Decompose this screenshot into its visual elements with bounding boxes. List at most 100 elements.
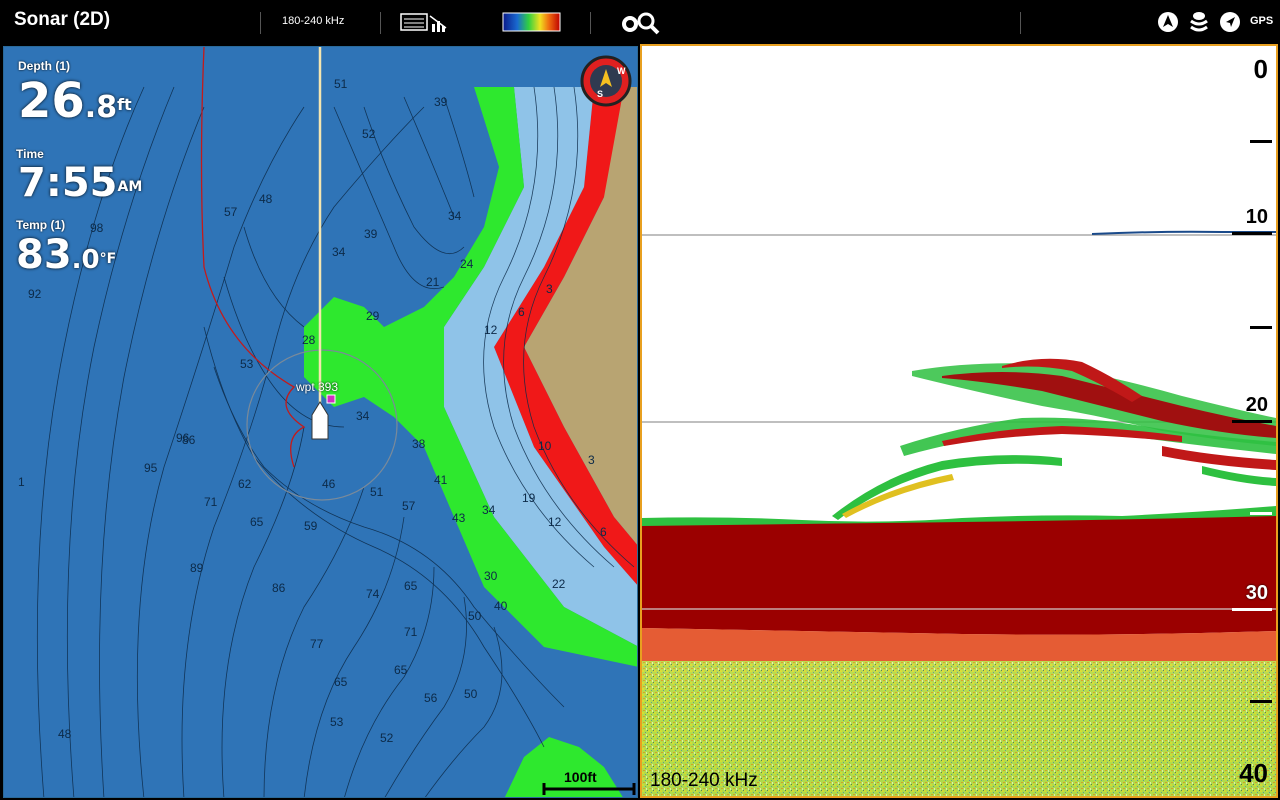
heading-icon[interactable] bbox=[1219, 11, 1241, 33]
contour-label: 65 bbox=[404, 579, 418, 593]
nav-arrow-icon[interactable] bbox=[1157, 11, 1179, 33]
depth-tick bbox=[1250, 326, 1272, 329]
depth-value: 26.8ft bbox=[18, 75, 132, 134]
contour-label: 34 bbox=[448, 209, 462, 223]
contour-label: 34 bbox=[356, 409, 370, 423]
contour-label: 95 bbox=[144, 461, 158, 475]
contour-label: 3 bbox=[588, 453, 595, 467]
contour-label: 51 bbox=[334, 77, 348, 91]
contour-label: 46 bbox=[322, 477, 336, 491]
depth-scale-label: 0 bbox=[1253, 54, 1268, 84]
temp-label: Temp (1) bbox=[16, 218, 66, 232]
contour-label: 52 bbox=[362, 127, 376, 141]
contour-label: 77 bbox=[310, 637, 324, 651]
contour-label: 41 bbox=[434, 473, 448, 487]
contour-label: 6 bbox=[518, 305, 525, 319]
contour-label: 34 bbox=[332, 245, 346, 259]
depth-decimal: .8 bbox=[84, 90, 118, 125]
depth-tick bbox=[1250, 512, 1272, 515]
contour-label: 65 bbox=[334, 675, 348, 689]
contour-label: 30 bbox=[484, 569, 498, 583]
contour-label: 3 bbox=[546, 282, 553, 296]
contour-label: 89 bbox=[190, 561, 204, 575]
contour-label: 86 bbox=[272, 581, 286, 595]
contour-label: 74 bbox=[366, 587, 380, 601]
contour-label: 52 bbox=[380, 731, 394, 745]
contour-label: 10 bbox=[538, 439, 552, 453]
contour-label: 34 bbox=[482, 503, 496, 517]
divider bbox=[1020, 12, 1021, 34]
depth-label: Depth (1) bbox=[18, 59, 70, 73]
contour-label: 86 bbox=[182, 433, 196, 447]
depth-scale-label: 20 bbox=[1245, 394, 1268, 416]
depth-tick bbox=[1250, 140, 1272, 143]
contour-label: 28 bbox=[302, 333, 316, 347]
depth-tick bbox=[1232, 608, 1272, 611]
divider bbox=[380, 12, 381, 34]
contour-label: 19 bbox=[522, 491, 536, 505]
contour-label: 53 bbox=[330, 715, 344, 729]
contour-label: 62 bbox=[238, 477, 252, 491]
contour-label: 65 bbox=[250, 515, 264, 529]
divider bbox=[590, 12, 591, 34]
depth-tick bbox=[1232, 232, 1272, 235]
color-palette-icon[interactable] bbox=[502, 12, 562, 32]
contour-label: 65 bbox=[394, 663, 408, 677]
chart-map-pane[interactable]: 51 52 39 48 57 98 92 39 34 34 24 34 29 2… bbox=[3, 46, 638, 798]
contour-label: 12 bbox=[484, 323, 498, 337]
page-title[interactable]: Sonar (2D) bbox=[14, 9, 110, 31]
compass-letter: S bbox=[597, 89, 604, 99]
contour-label: 48 bbox=[58, 727, 72, 741]
sonar-display[interactable] bbox=[642, 46, 1276, 796]
depth-tick bbox=[1250, 700, 1272, 703]
sonar-pane[interactable]: 0 10 20 30 40 180-240 kHz bbox=[640, 44, 1278, 798]
divider bbox=[260, 12, 261, 34]
sonar-frequency-label: 180-240 kHz bbox=[650, 770, 758, 791]
contour-label: 57 bbox=[402, 499, 416, 513]
contour-label: 12 bbox=[548, 515, 562, 529]
contour-label: 21 bbox=[426, 275, 440, 289]
contour-label: 1 bbox=[18, 475, 25, 489]
depth-integer: 26 bbox=[18, 73, 85, 129]
temp-unit: °F bbox=[99, 251, 117, 267]
temp-value: 83.0°F bbox=[16, 233, 116, 282]
contour-label: 22 bbox=[552, 577, 566, 591]
contour-label: 39 bbox=[434, 95, 448, 109]
contour-label: 24 bbox=[460, 257, 474, 271]
scale-label: 100ft bbox=[564, 769, 597, 785]
settings-search-icon[interactable] bbox=[620, 10, 662, 36]
contour-label: 56 bbox=[424, 691, 438, 705]
contour-label: 71 bbox=[204, 495, 218, 509]
contour-label: 50 bbox=[468, 609, 482, 623]
time-value: 7:55AM bbox=[18, 161, 142, 205]
contour-label: 50 bbox=[464, 687, 478, 701]
depth-tick bbox=[1232, 420, 1272, 423]
contour-label: 40 bbox=[494, 599, 508, 613]
top-bar: Sonar (2D) 180-240 kHz GPS bbox=[0, 0, 1280, 44]
contour-label: 53 bbox=[240, 357, 254, 371]
layers-icon[interactable] bbox=[1188, 10, 1210, 34]
frequency-readout[interactable]: 180-240 kHz bbox=[282, 15, 344, 27]
contour-label: 59 bbox=[304, 519, 318, 533]
sonar-view-icon[interactable] bbox=[400, 12, 450, 34]
contour-label: 57 bbox=[224, 205, 238, 219]
contour-label: 6 bbox=[600, 525, 607, 539]
gps-icon[interactable]: GPS bbox=[1250, 15, 1273, 27]
waypoint-label: wpt 393 bbox=[296, 380, 339, 394]
contour-label: 38 bbox=[412, 437, 426, 451]
time-suffix: AM bbox=[117, 179, 143, 195]
contour-label: 92 bbox=[28, 287, 42, 301]
time-label: Time bbox=[16, 147, 44, 161]
time-digits: 7:55 bbox=[18, 160, 118, 206]
depth-scale-label: 40 bbox=[1239, 758, 1268, 788]
depth-unit: ft bbox=[117, 95, 132, 114]
depth-scale-label: 10 bbox=[1245, 206, 1268, 228]
compass-letter: W bbox=[617, 66, 626, 76]
contour-label: 43 bbox=[452, 511, 466, 525]
contour-label: 51 bbox=[370, 485, 384, 499]
contour-label: 71 bbox=[404, 625, 418, 639]
temp-decimal: .0 bbox=[71, 245, 100, 275]
contour-label: 48 bbox=[259, 192, 273, 206]
temp-integer: 83 bbox=[16, 232, 72, 278]
contour-label: 29 bbox=[366, 309, 380, 323]
